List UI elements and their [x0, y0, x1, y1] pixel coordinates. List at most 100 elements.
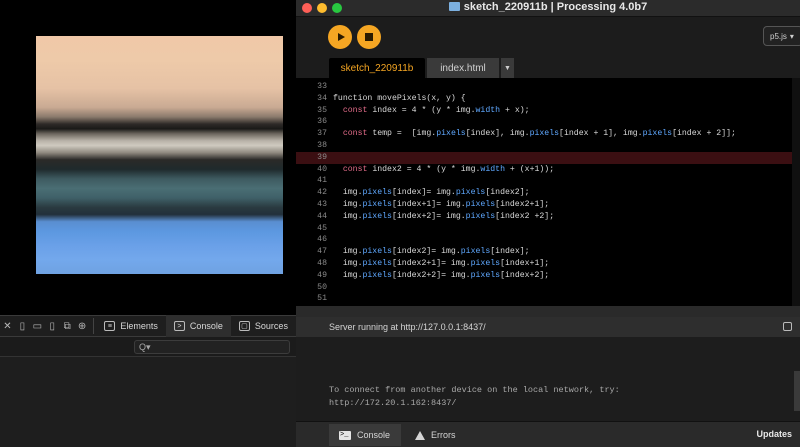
inspect-element-icon[interactable]: ⊕ — [75, 315, 90, 337]
code-token: index2 = 4 * (y * img. — [367, 164, 481, 174]
dock-bottom-icon[interactable]: ▭ — [30, 315, 45, 337]
file-tabs: sketch_220911b index.html ▼ — [296, 57, 800, 78]
footer-tab-label: Errors — [431, 430, 456, 440]
code-token: img. — [333, 247, 363, 257]
code-line[interactable]: 41 — [296, 175, 800, 187]
console-filter-input[interactable]: Q▾ — [134, 340, 290, 354]
code-token: img. — [333, 211, 363, 221]
code-text: img.pixels[index+2]= img.pixels[index2 +… — [333, 211, 554, 223]
elements-icon: ≡ — [104, 321, 116, 331]
code-property: width — [475, 105, 501, 115]
code-property: pixels — [362, 270, 392, 280]
devtools-console-output[interactable] — [0, 357, 296, 447]
code-keyword: const — [342, 164, 368, 174]
code-token: [index+2]; — [500, 270, 550, 280]
line-number: 48 — [317, 259, 327, 268]
code-token: [index+2]= img. — [391, 211, 466, 221]
stop-button[interactable] — [357, 25, 381, 49]
code-line[interactable]: 35 const index = 4 * (y * img.width + x)… — [296, 105, 800, 117]
devtools-tab-elements[interactable]: ≡ Elements — [96, 315, 166, 337]
code-line[interactable]: 39 — [296, 151, 800, 164]
line-number: 42 — [317, 188, 327, 198]
code-property: pixels — [362, 247, 392, 257]
code-keyword: const — [342, 105, 368, 115]
mode-label: p5.js — [770, 31, 787, 41]
code-line[interactable]: 44 img.pixels[index+2]= img.pixels[index… — [296, 211, 800, 223]
code-line[interactable]: 45 — [296, 223, 800, 235]
updates-link[interactable]: Updates — [756, 429, 792, 439]
code-line[interactable]: 37 const temp = [img.pixels[index], img.… — [296, 128, 800, 140]
console-scrollbar[interactable] — [794, 371, 800, 411]
code-property: pixels — [465, 211, 496, 221]
code-line[interactable]: 42 img.pixels[index]= img.pixels[index2]… — [296, 187, 800, 199]
footer-tab-errors[interactable]: Errors — [405, 424, 466, 446]
tab-menu-button[interactable]: ▼ — [501, 58, 514, 78]
line-number: 50 — [317, 282, 327, 292]
line-number: 39 — [317, 152, 327, 162]
line-number: 36 — [317, 117, 327, 127]
line-number: 49 — [317, 270, 327, 280]
code-property: pixels — [460, 247, 491, 257]
window-title: sketch_220911b | Processing 4.0b7 — [296, 1, 800, 13]
code-line[interactable]: 38 — [296, 140, 800, 152]
stop-icon — [365, 33, 373, 41]
code-property: pixels — [362, 259, 392, 268]
code-editor[interactable]: 33 34 function movePixels(x, y) {35 const … — [296, 78, 800, 306]
code-token: [index2+1]= img. — [391, 259, 471, 268]
console-line: http://172.20.1.162:8437/ — [329, 398, 457, 408]
devtools-tab-label: Console — [189, 321, 223, 331]
line-number: 38 — [317, 141, 327, 150]
code-token: [index], img. — [465, 129, 530, 139]
code-line[interactable]: 46 — [296, 234, 800, 246]
code-property: pixels — [470, 259, 501, 268]
mode-selector[interactable]: p5.js ▾ — [763, 26, 800, 46]
code-property: pixels — [362, 211, 392, 221]
search-icon: Q▾ — [139, 341, 151, 352]
line-number: 40 — [317, 164, 327, 174]
code-token: [index+1]; — [500, 259, 550, 268]
code-line[interactable]: 40 const index2 = 4 * (y * img.width + (… — [296, 164, 800, 176]
code-line[interactable]: 51 — [296, 293, 800, 305]
window-titlebar: sketch_220911b | Processing 4.0b7 — [296, 0, 800, 17]
chevron-down-icon: ▾ — [789, 31, 794, 41]
line-number: 45 — [317, 223, 327, 233]
code-text: img.pixels[index2]= img.pixels[index]; — [333, 246, 530, 258]
code-line[interactable]: 48 img.pixels[index2+1]= img.pixels[inde… — [296, 258, 800, 270]
code-token: [index + 2]]; — [672, 129, 736, 139]
code-text: img.pixels[index2+1]= img.pixels[index+1… — [333, 258, 549, 270]
code-property: pixels — [362, 200, 392, 209]
code-token: [index2]; — [485, 188, 530, 198]
dock-left-icon[interactable]: ▯ — [15, 315, 30, 337]
tab-sketch[interactable]: sketch_220911b — [329, 58, 425, 78]
code-line[interactable]: 50 — [296, 282, 800, 294]
devtools-tab-console[interactable]: > Console — [165, 315, 231, 337]
close-icon[interactable]: ✕ — [0, 315, 15, 337]
editor-divider[interactable] — [296, 306, 800, 317]
editor-scrollbar[interactable] — [792, 78, 800, 306]
code-line[interactable]: 47 img.pixels[index2]= img.pixels[index]… — [296, 246, 800, 258]
code-line[interactable]: 43 img.pixels[index+1]= img.pixels[index… — [296, 199, 800, 211]
code-property: pixels — [465, 200, 496, 209]
code-line[interactable]: 34 function movePixels(x, y) { — [296, 93, 800, 105]
browser-preview-pane: ✕ ▯ ▭ ▯ ⧉ ⊕ ≡ Elements > Console ▢ Sourc… — [0, 0, 296, 447]
sketch-canvas[interactable] — [36, 36, 283, 274]
code-line[interactable]: 49 img.pixels[index2+2]= img.pixels[inde… — [296, 270, 800, 282]
footer-tab-label: Console — [357, 430, 391, 440]
ide-console[interactable]: To connect from another device on the lo… — [296, 337, 800, 421]
code-token: img. — [333, 259, 363, 268]
devtools-toolbar: ✕ ▯ ▭ ▯ ⧉ ⊕ ≡ Elements > Console ▢ Sourc… — [0, 315, 296, 337]
run-button[interactable] — [328, 25, 352, 49]
tab-index-html[interactable]: index.html — [427, 58, 499, 78]
ide-footer: >_ Console Errors Updates — [296, 421, 800, 447]
code-text: img.pixels[index+1]= img.pixels[index2+1… — [333, 199, 549, 211]
code-token: img. — [333, 270, 363, 280]
device-toggle-icon[interactable]: ⧉ — [60, 315, 75, 337]
code-line[interactable]: 33 — [296, 81, 800, 93]
devtools-tab-label: Elements — [120, 321, 158, 331]
footer-tab-console[interactable]: >_ Console — [329, 424, 401, 446]
dock-right-icon[interactable]: ▯ — [45, 315, 60, 337]
devtools-tab-sources[interactable]: ▢ Sources — [231, 315, 296, 337]
copy-icon[interactable] — [783, 322, 792, 331]
code-line[interactable]: 36 — [296, 116, 800, 128]
